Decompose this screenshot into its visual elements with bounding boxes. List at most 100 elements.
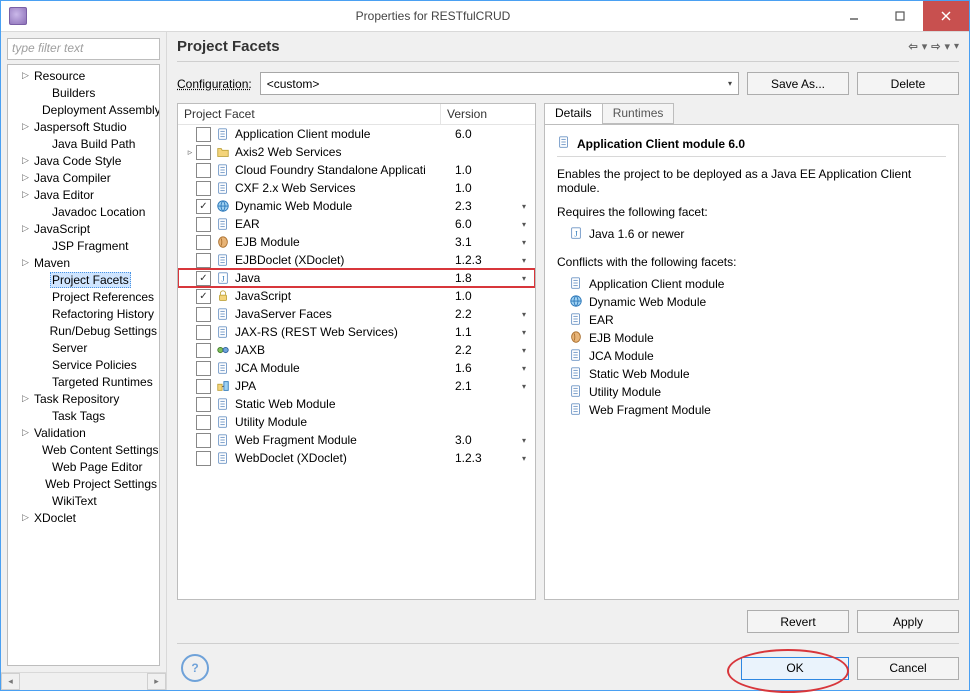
- version-dropdown[interactable]: ▾: [513, 454, 535, 463]
- category-tree[interactable]: ▷ResourceBuildersDeployment Assembly▷Jas…: [7, 64, 160, 666]
- save-as-button[interactable]: Save As...: [747, 72, 849, 95]
- facet-checkbox[interactable]: [196, 325, 211, 340]
- facet-checkbox[interactable]: [196, 253, 211, 268]
- facet-row[interactable]: JAXB2.2▾: [178, 341, 535, 359]
- apply-button[interactable]: Apply: [857, 610, 959, 633]
- facet-checkbox[interactable]: [196, 433, 211, 448]
- nav-forward-icon[interactable]: ⇨: [931, 40, 940, 53]
- tree-item[interactable]: JSP Fragment: [8, 237, 159, 254]
- help-button[interactable]: ?: [181, 654, 209, 682]
- filter-input[interactable]: type filter text: [7, 38, 160, 60]
- facet-checkbox[interactable]: [196, 235, 211, 250]
- facet-checkbox[interactable]: [196, 451, 211, 466]
- tree-item[interactable]: ▷Validation: [8, 424, 159, 441]
- facet-checkbox[interactable]: [196, 145, 211, 160]
- tree-item[interactable]: Builders: [8, 84, 159, 101]
- version-dropdown[interactable]: ▾: [513, 328, 535, 337]
- maximize-button[interactable]: [877, 1, 923, 31]
- tree-item[interactable]: Task Tags: [8, 407, 159, 424]
- col-version[interactable]: Version: [441, 104, 535, 124]
- tab-runtimes[interactable]: Runtimes: [602, 103, 675, 124]
- minimize-button[interactable]: [831, 1, 877, 31]
- expand-icon[interactable]: ▹: [184, 147, 196, 158]
- facet-row[interactable]: JPA2.1▾: [178, 377, 535, 395]
- version-dropdown[interactable]: ▾: [513, 238, 535, 247]
- tree-item[interactable]: Project References: [8, 288, 159, 305]
- facet-checkbox[interactable]: [196, 397, 211, 412]
- facet-row[interactable]: JavaScript1.0: [178, 287, 535, 305]
- facet-row[interactable]: EJBDoclet (XDoclet)1.2.3▾: [178, 251, 535, 269]
- tree-item[interactable]: ▷Maven: [8, 254, 159, 271]
- facet-checkbox[interactable]: [196, 163, 211, 178]
- facet-row[interactable]: CXF 2.x Web Services1.0: [178, 179, 535, 197]
- tree-item[interactable]: Refactoring History: [8, 305, 159, 322]
- facet-checkbox[interactable]: [196, 199, 211, 214]
- facet-row[interactable]: Utility Module: [178, 413, 535, 431]
- scroll-left-button[interactable]: ◂: [1, 673, 20, 690]
- facet-row[interactable]: Application Client module6.0: [178, 125, 535, 143]
- version-dropdown[interactable]: ▾: [513, 274, 535, 283]
- tree-item[interactable]: ▷XDoclet: [8, 509, 159, 526]
- scroll-track[interactable]: [20, 673, 147, 690]
- tree-item[interactable]: ▷Java Editor: [8, 186, 159, 203]
- tree-hscrollbar[interactable]: ◂ ▸: [1, 672, 166, 690]
- view-menu-icon[interactable]: ▾: [954, 41, 959, 52]
- version-dropdown[interactable]: ▾: [513, 310, 535, 319]
- tree-item[interactable]: Run/Debug Settings: [8, 322, 159, 339]
- version-dropdown[interactable]: ▾: [513, 220, 535, 229]
- facet-checkbox[interactable]: [196, 343, 211, 358]
- facet-row[interactable]: WebDoclet (XDoclet)1.2.3▾: [178, 449, 535, 467]
- facet-row[interactable]: Dynamic Web Module2.3▾: [178, 197, 535, 215]
- facet-row[interactable]: JCA Module1.6▾: [178, 359, 535, 377]
- ok-button[interactable]: OK: [741, 657, 849, 680]
- tab-details[interactable]: Details: [544, 103, 603, 124]
- facet-checkbox[interactable]: [196, 181, 211, 196]
- configuration-select[interactable]: <custom> ▾: [260, 72, 739, 95]
- facet-row[interactable]: ▹Axis2 Web Services: [178, 143, 535, 161]
- tree-item[interactable]: Server: [8, 339, 159, 356]
- facet-checkbox[interactable]: [196, 379, 211, 394]
- facet-checkbox[interactable]: [196, 415, 211, 430]
- version-dropdown[interactable]: ▾: [513, 346, 535, 355]
- facet-row[interactable]: JAX-RS (REST Web Services)1.1▾: [178, 323, 535, 341]
- tree-item[interactable]: ▷Jaspersoft Studio: [8, 118, 159, 135]
- tree-item[interactable]: Service Policies: [8, 356, 159, 373]
- tree-item[interactable]: ▷JavaScript: [8, 220, 159, 237]
- facet-row[interactable]: EJB Module3.1▾: [178, 233, 535, 251]
- nav-back-menu[interactable]: ▾: [922, 40, 928, 53]
- tree-item[interactable]: Web Page Editor: [8, 458, 159, 475]
- facet-checkbox[interactable]: [196, 127, 211, 142]
- nav-back-icon[interactable]: ⇦: [908, 40, 917, 53]
- tree-item[interactable]: ▷Task Repository: [8, 390, 159, 407]
- facet-checkbox[interactable]: [196, 271, 211, 286]
- facet-checkbox[interactable]: [196, 289, 211, 304]
- facet-table-body[interactable]: Application Client module6.0▹Axis2 Web S…: [178, 125, 535, 599]
- facet-row[interactable]: JJava1.8▾: [178, 269, 535, 287]
- tree-item[interactable]: ▷Java Compiler: [8, 169, 159, 186]
- tree-item[interactable]: WikiText: [8, 492, 159, 509]
- tree-item[interactable]: Web Project Settings: [8, 475, 159, 492]
- version-dropdown[interactable]: ▾: [513, 256, 535, 265]
- revert-button[interactable]: Revert: [747, 610, 849, 633]
- col-project-facet[interactable]: Project Facet: [178, 104, 441, 124]
- facet-checkbox[interactable]: [196, 361, 211, 376]
- tree-item[interactable]: ▷Java Code Style: [8, 152, 159, 169]
- facet-row[interactable]: EAR6.0▾: [178, 215, 535, 233]
- version-dropdown[interactable]: ▾: [513, 436, 535, 445]
- delete-button[interactable]: Delete: [857, 72, 959, 95]
- tree-item[interactable]: Project Facets: [8, 271, 159, 288]
- version-dropdown[interactable]: ▾: [513, 364, 535, 373]
- facet-row[interactable]: Web Fragment Module3.0▾: [178, 431, 535, 449]
- cancel-button[interactable]: Cancel: [857, 657, 959, 680]
- facet-row[interactable]: Static Web Module: [178, 395, 535, 413]
- tree-item[interactable]: Javadoc Location: [8, 203, 159, 220]
- close-button[interactable]: [923, 1, 969, 31]
- version-dropdown[interactable]: ▾: [513, 202, 535, 211]
- tree-item[interactable]: Targeted Runtimes: [8, 373, 159, 390]
- facet-row[interactable]: JavaServer Faces2.2▾: [178, 305, 535, 323]
- tree-item[interactable]: Java Build Path: [8, 135, 159, 152]
- nav-forward-menu[interactable]: ▾: [944, 40, 950, 53]
- facet-checkbox[interactable]: [196, 307, 211, 322]
- scroll-right-button[interactable]: ▸: [147, 673, 166, 690]
- tree-item[interactable]: Web Content Settings: [8, 441, 159, 458]
